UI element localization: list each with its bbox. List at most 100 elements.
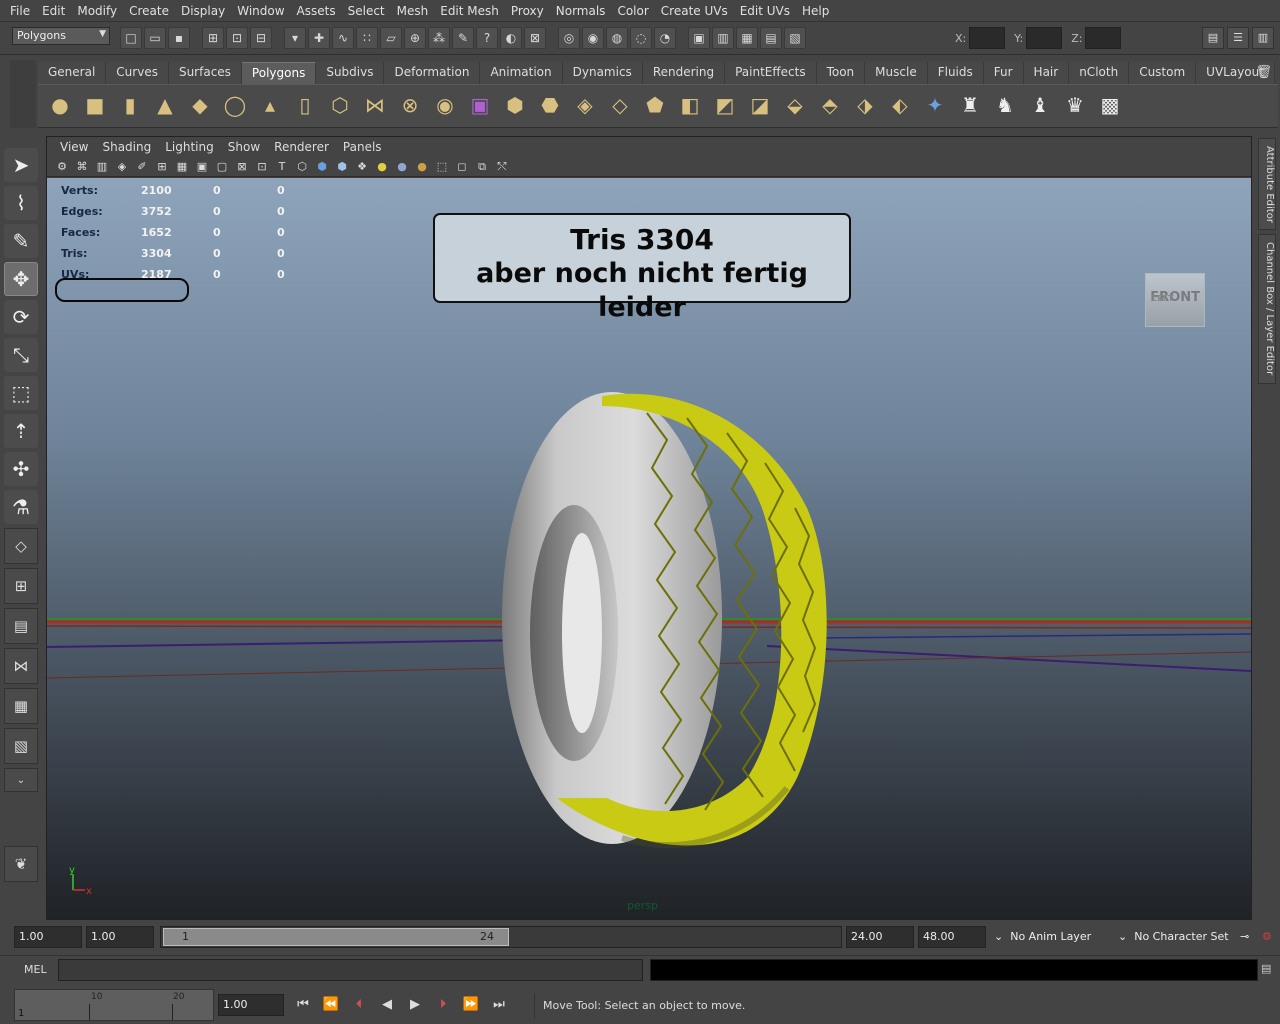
panel-menu-shading[interactable]: Shading (95, 140, 158, 154)
offset-edge-icon[interactable]: ◧ (674, 89, 706, 121)
two-d-pan-icon[interactable]: ◈ (113, 159, 131, 175)
y-field[interactable] (1026, 27, 1063, 49)
render-settings-icon[interactable]: ◍ (606, 27, 628, 49)
ipr-render-icon[interactable]: ◉ (582, 27, 604, 49)
panel-menu-renderer[interactable]: Renderer (267, 140, 336, 154)
grease-pencil-icon[interactable]: ✐ (133, 159, 151, 175)
insert-edge-loop-icon[interactable]: ⬟ (639, 89, 671, 121)
snap-point-icon[interactable]: ∷ (356, 27, 378, 49)
menu-mesh[interactable]: Mesh (391, 4, 435, 18)
menu-set-dropdown[interactable]: Polygons ▼ (12, 27, 110, 45)
grid-icon[interactable]: ⊞ (153, 159, 171, 175)
go-to-start-icon[interactable]: ⏮ (292, 994, 314, 1016)
shelf-tab-polygons[interactable]: Polygons (241, 62, 317, 84)
shelf-tab-fur[interactable]: Fur (983, 62, 1024, 84)
snap-misc-icon[interactable]: ✎ (452, 27, 474, 49)
poly-cone-icon[interactable]: ▲ (149, 89, 181, 121)
hypershade-icon[interactable]: ◌ (630, 27, 652, 49)
lasso-tool-icon[interactable]: ⌇ (4, 186, 38, 220)
snap-curve-icon[interactable]: ∿ (332, 27, 354, 49)
shelf-tab-subdivs[interactable]: Subdivs (316, 62, 385, 84)
shelf-tab-ncloth[interactable]: nCloth (1069, 62, 1130, 84)
dragon-icon[interactable]: ❦ (4, 846, 38, 882)
step-forward-key-icon[interactable]: ⏩ (460, 994, 482, 1016)
menu-normals[interactable]: Normals (550, 4, 612, 18)
lock-icon[interactable]: ◐ (500, 27, 522, 49)
menu-create[interactable]: Create (123, 4, 175, 18)
spherical-map-icon[interactable]: ♝ (1024, 89, 1056, 121)
sculpt-icon[interactable]: ▣ (464, 89, 496, 121)
wireframe-icon[interactable]: ⬡ (293, 159, 311, 175)
script-editor-icon[interactable]: ▤ (1261, 962, 1271, 975)
smooth-icon[interactable]: ◉ (429, 89, 461, 121)
field-chart-icon[interactable]: ⊠ (233, 159, 251, 175)
persp-graph-layout-icon[interactable]: ⋈ (4, 648, 38, 684)
play-forward-icon[interactable]: ▶ (404, 994, 426, 1016)
poly-soccer-ball-icon[interactable]: ⬡ (324, 89, 356, 121)
poly-pipe-icon[interactable]: ▯ (289, 89, 321, 121)
shelf-tab-deformation[interactable]: Deformation (384, 62, 481, 84)
rotate-tool-icon[interactable]: ⟳ (4, 300, 38, 334)
safe-action-icon[interactable]: ⊡ (253, 159, 271, 175)
last-tool-icon[interactable]: ⚗ (4, 490, 38, 524)
attribute-editor-tab[interactable]: Attribute Editor (1258, 138, 1276, 230)
xray-components-icon[interactable]: ⤲ (493, 159, 511, 175)
hypershade-layout-icon[interactable]: ▦ (4, 688, 38, 724)
new-scene-icon[interactable]: □ (120, 27, 142, 49)
four-view-layout-icon[interactable]: ⊞ (4, 568, 38, 604)
select-tool-icon[interactable]: ➤ (4, 148, 38, 182)
camera-attributes-icon[interactable]: ⚙ (53, 159, 71, 175)
select-object-icon[interactable]: ⊡ (226, 27, 248, 49)
script-editor-icon[interactable]: ▤ (760, 27, 782, 49)
input-line-icon[interactable]: ▣ (688, 27, 710, 49)
open-scene-icon[interactable]: ▭ (144, 27, 166, 49)
perspective-viewport[interactable]: Verts: 2100 0 0 Edges: 3752 0 0 Faces: 1… (47, 178, 1251, 920)
panel-menu-lighting[interactable]: Lighting (158, 140, 221, 154)
select-component-icon[interactable]: ⊟ (250, 27, 272, 49)
poly-sphere-icon[interactable]: ● (44, 89, 76, 121)
step-back-frame-icon[interactable]: ⏴ (348, 994, 370, 1016)
panel-menu-panels[interactable]: Panels (336, 140, 389, 154)
sidebar-toggle-icon[interactable]: ▥ (712, 27, 734, 49)
shelf-tab-general[interactable]: General (38, 62, 107, 84)
manipulator-tool-icon[interactable]: ⬚ (4, 376, 38, 410)
anim-start-field[interactable]: 1.00 (14, 926, 82, 948)
outliner-icon[interactable]: ▦ (736, 27, 758, 49)
paint-select-tool-icon[interactable]: ✎ (4, 224, 38, 258)
z-field[interactable] (1085, 27, 1122, 49)
shelf-tab-animation[interactable]: Animation (480, 62, 563, 84)
move-tool-icon[interactable]: ✥ (4, 262, 38, 296)
poly-cylinder-icon[interactable]: ▮ (114, 89, 146, 121)
panel-menu-view[interactable]: View (53, 140, 95, 154)
shelf-handle[interactable] (10, 60, 36, 128)
anim-end-field[interactable]: 48.00 (918, 926, 986, 948)
xray-joints-icon[interactable]: ⧉ (473, 159, 491, 175)
trash-icon[interactable]: 🗑 (1255, 65, 1272, 80)
poly-cube-icon[interactable]: ■ (79, 89, 111, 121)
menu-select[interactable]: Select (342, 4, 391, 18)
snap-live-icon[interactable]: ⁂ (428, 27, 450, 49)
shelf-tab-curves[interactable]: Curves (106, 62, 169, 84)
safe-title-icon[interactable]: T (273, 159, 291, 175)
image-plane-icon[interactable]: ▥ (93, 159, 111, 175)
poly-pyramid-icon[interactable]: ▴ (254, 89, 286, 121)
wireframe-on-shaded-icon[interactable]: ⬢ (333, 159, 351, 175)
character-set-dropdown[interactable]: ⌄ No Character Set (1114, 926, 1234, 948)
single-perspective-layout-icon[interactable]: ◇ (4, 528, 38, 564)
range-slider[interactable]: 1 24 (160, 926, 842, 948)
menu-display[interactable]: Display (175, 4, 231, 18)
step-back-key-icon[interactable]: ⏪ (320, 994, 342, 1016)
view-cube[interactable]: LEFT FRONT (1145, 273, 1205, 327)
bridge-icon[interactable]: ⬣ (534, 89, 566, 121)
show-manipulator-icon[interactable]: ✣ (4, 452, 38, 486)
soft-mod-tool-icon[interactable]: ⇡ (4, 414, 38, 448)
reduce-icon[interactable]: ⬗ (849, 89, 881, 121)
extrude-icon[interactable]: ⬢ (499, 89, 531, 121)
menu-edit-uvs[interactable]: Edit UVs (734, 4, 796, 18)
playback-start-field[interactable]: 1.00 (86, 926, 154, 948)
key-icon[interactable]: ⊸ (1236, 926, 1256, 948)
planar-map-icon[interactable]: ♜ (954, 89, 986, 121)
scale-tool-icon[interactable]: ⤡ (4, 338, 38, 372)
poly-torus-icon[interactable]: ◯ (219, 89, 251, 121)
step-forward-frame-icon[interactable]: ⏵ (432, 994, 454, 1016)
